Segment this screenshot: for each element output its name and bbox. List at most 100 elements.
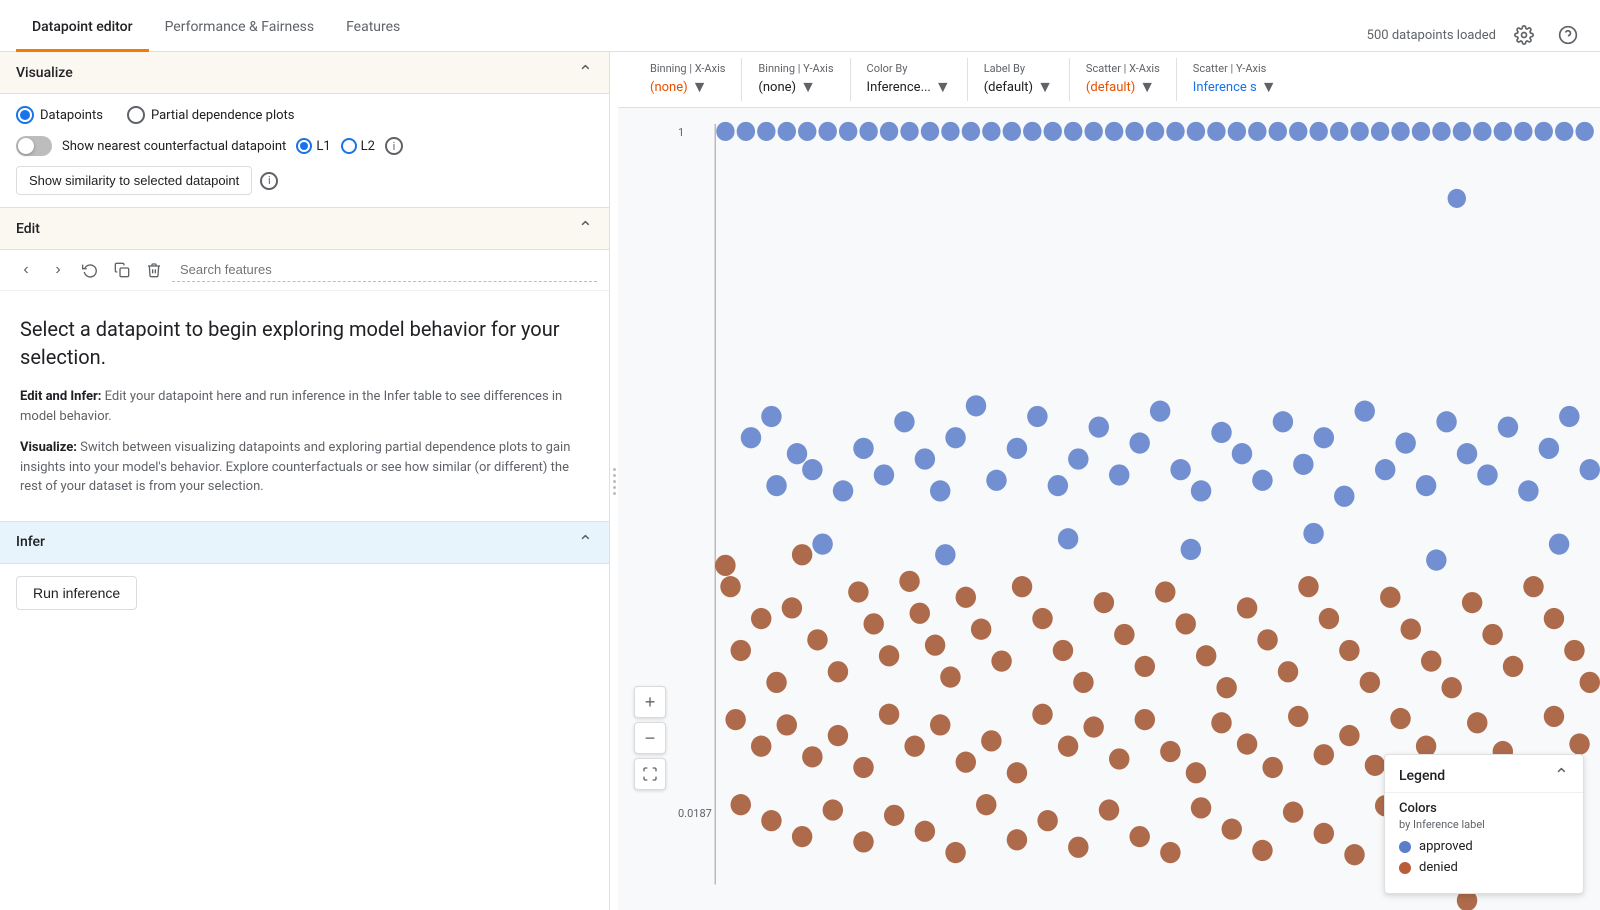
l1-label: L1 bbox=[316, 139, 330, 154]
legend-item-approved: approved bbox=[1399, 839, 1569, 854]
visualize-body: Datapoints Partial dependence plots Show… bbox=[0, 94, 609, 207]
scatter-y-select[interactable]: Inference s ▼ bbox=[1193, 77, 1277, 97]
drag-dots bbox=[613, 468, 616, 495]
radio-datapoints[interactable]: Datapoints bbox=[16, 106, 103, 124]
binning-y-label: Binning | Y-Axis bbox=[758, 62, 833, 75]
scatter-x-select[interactable]: (default) ▼ bbox=[1086, 77, 1160, 97]
l2-radio bbox=[341, 138, 357, 154]
panel-drag-handle[interactable] bbox=[610, 52, 618, 910]
binning-y-arrow: ▼ bbox=[800, 77, 816, 97]
header-controls: 500 datapoints loaded bbox=[1367, 19, 1584, 51]
visualize-section: Visualize ⌃ Datapoints Partial dependenc… bbox=[0, 52, 609, 208]
radio-datapoints-circle bbox=[16, 106, 34, 124]
infer-title: Infer bbox=[16, 534, 45, 550]
legend-collapse-btn[interactable]: ⌃ bbox=[1554, 765, 1569, 786]
edit-para-1: Edit and Infer: Edit your datapoint here… bbox=[20, 387, 589, 426]
scatter-x-value: (default) bbox=[1086, 80, 1135, 95]
right-panel: Binning | X-Axis (none) ▼ Binning | Y-Ax… bbox=[618, 52, 1600, 910]
legend-label-denied: denied bbox=[1419, 860, 1458, 875]
scatter-x-arrow: ▼ bbox=[1139, 77, 1155, 97]
edit-para1-bold: Edit and Infer: bbox=[20, 389, 101, 404]
edit-title: Edit bbox=[16, 221, 40, 237]
scatter-x-label: Scatter | X-Axis bbox=[1086, 62, 1160, 75]
l-norm-info-icon[interactable]: i bbox=[385, 137, 403, 155]
run-inference-button[interactable]: Run inference bbox=[16, 576, 137, 610]
legend-header: Legend ⌃ bbox=[1385, 755, 1583, 793]
legend-title: Legend bbox=[1399, 768, 1445, 784]
tab-features[interactable]: Features bbox=[330, 5, 416, 52]
similarity-info-icon[interactable]: i bbox=[260, 172, 278, 190]
zoom-out-button[interactable]: − bbox=[634, 722, 666, 754]
similarity-row: Show similarity to selected datapoint i bbox=[16, 166, 593, 195]
edit-collapse-btn[interactable]: ⌃ bbox=[578, 218, 593, 239]
legend-body: Colors by Inference label approved denie… bbox=[1385, 793, 1583, 893]
color-by-select[interactable]: Inference... ▼ bbox=[867, 77, 951, 97]
delete-btn[interactable] bbox=[140, 256, 168, 284]
edit-body: Select a datapoint to begin exploring mo… bbox=[0, 291, 609, 521]
visualize-title: Visualize bbox=[16, 65, 73, 81]
edit-placeholder-title: Select a datapoint to begin exploring mo… bbox=[20, 315, 589, 371]
tab-datapoint-editor[interactable]: Datapoint editor bbox=[16, 5, 149, 52]
edit-para2-bold: Visualize: bbox=[20, 440, 77, 455]
edit-para1-text: Edit your datapoint here and run inferen… bbox=[20, 389, 562, 424]
settings-button[interactable] bbox=[1508, 19, 1540, 51]
infer-body: Run inference bbox=[0, 564, 609, 622]
radio-partial-label: Partial dependence plots bbox=[151, 108, 295, 123]
label-by-dropdown-group: Label By (default) ▼ bbox=[968, 58, 1070, 101]
edit-para2-text: Switch between visualizing datapoints an… bbox=[20, 440, 570, 494]
similarity-button[interactable]: Show similarity to selected datapoint bbox=[16, 166, 252, 195]
binning-y-select[interactable]: (none) ▼ bbox=[758, 77, 833, 97]
color-by-value: Inference... bbox=[867, 80, 931, 95]
l1-radio bbox=[296, 138, 312, 154]
color-by-dropdown-group: Color By Inference... ▼ bbox=[851, 58, 968, 101]
scatter-y-label: Scatter | Y-Axis bbox=[1193, 62, 1277, 75]
fit-view-button[interactable] bbox=[634, 758, 666, 790]
edit-section: Edit ⌃ ‹ › bbox=[0, 208, 609, 522]
label-by-label: Label By bbox=[984, 62, 1053, 75]
scatter-y-arrow: ▼ bbox=[1261, 77, 1277, 97]
legend-item-denied: denied bbox=[1399, 860, 1569, 875]
search-features-input[interactable] bbox=[172, 258, 597, 282]
scatter-y-value: Inference s bbox=[1193, 80, 1257, 95]
counterfactual-toggle-row: Show nearest counterfactual datapoint L1… bbox=[16, 136, 593, 156]
left-panel: Visualize ⌃ Datapoints Partial dependenc… bbox=[0, 52, 610, 910]
legend-dot-approved bbox=[1399, 841, 1411, 853]
viz-type-radio-group: Datapoints Partial dependence plots bbox=[16, 106, 593, 124]
color-by-label: Color By bbox=[867, 62, 951, 75]
l2-option[interactable]: L2 bbox=[341, 138, 375, 154]
edit-header: Edit ⌃ bbox=[0, 208, 609, 250]
tab-performance-fairness[interactable]: Performance & Fairness bbox=[149, 5, 331, 52]
zoom-in-button[interactable]: + bbox=[634, 686, 666, 718]
label-by-arrow: ▼ bbox=[1037, 77, 1053, 97]
datapoints-loaded: 500 datapoints loaded bbox=[1367, 28, 1496, 43]
binning-x-dropdown-group: Binning | X-Axis (none) ▼ bbox=[634, 58, 742, 101]
label-by-select[interactable]: (default) ▼ bbox=[984, 77, 1053, 97]
help-button[interactable] bbox=[1552, 19, 1584, 51]
binning-y-value: (none) bbox=[758, 80, 796, 95]
toggle-knob bbox=[18, 138, 34, 154]
scatter-y-dropdown-group: Scatter | Y-Axis Inference s ▼ bbox=[1177, 58, 1293, 101]
visualize-header: Visualize ⌃ bbox=[0, 52, 609, 94]
binning-x-arrow: ▼ bbox=[692, 77, 708, 97]
binning-x-select[interactable]: (none) ▼ bbox=[650, 77, 725, 97]
legend-label-approved: approved bbox=[1419, 839, 1473, 854]
color-by-arrow: ▼ bbox=[935, 77, 951, 97]
counterfactual-toggle[interactable] bbox=[16, 136, 52, 156]
l2-label: L2 bbox=[361, 139, 375, 154]
scatter-x-dropdown-group: Scatter | X-Axis (default) ▼ bbox=[1070, 58, 1177, 101]
redo-btn[interactable]: › bbox=[44, 256, 72, 284]
l1-option[interactable]: L1 bbox=[296, 138, 330, 154]
legend-panel: Legend ⌃ Colors by Inference label appro… bbox=[1384, 754, 1584, 894]
scatter-area[interactable]: 1 0.0187 bbox=[618, 108, 1600, 910]
infer-collapse-btn[interactable]: ⌃ bbox=[578, 532, 593, 553]
radio-partial-dependence[interactable]: Partial dependence plots bbox=[127, 106, 295, 124]
copy-btn[interactable] bbox=[108, 256, 136, 284]
top-nav: Datapoint editor Performance & Fairness … bbox=[0, 0, 1600, 52]
history-btn[interactable] bbox=[76, 256, 104, 284]
undo-btn[interactable]: ‹ bbox=[12, 256, 40, 284]
counterfactual-label: Show nearest counterfactual datapoint bbox=[62, 139, 286, 154]
zoom-controls: + − bbox=[634, 686, 666, 790]
label-by-value: (default) bbox=[984, 80, 1033, 95]
visualize-collapse-btn[interactable]: ⌃ bbox=[578, 62, 593, 83]
binning-x-value: (none) bbox=[650, 80, 688, 95]
